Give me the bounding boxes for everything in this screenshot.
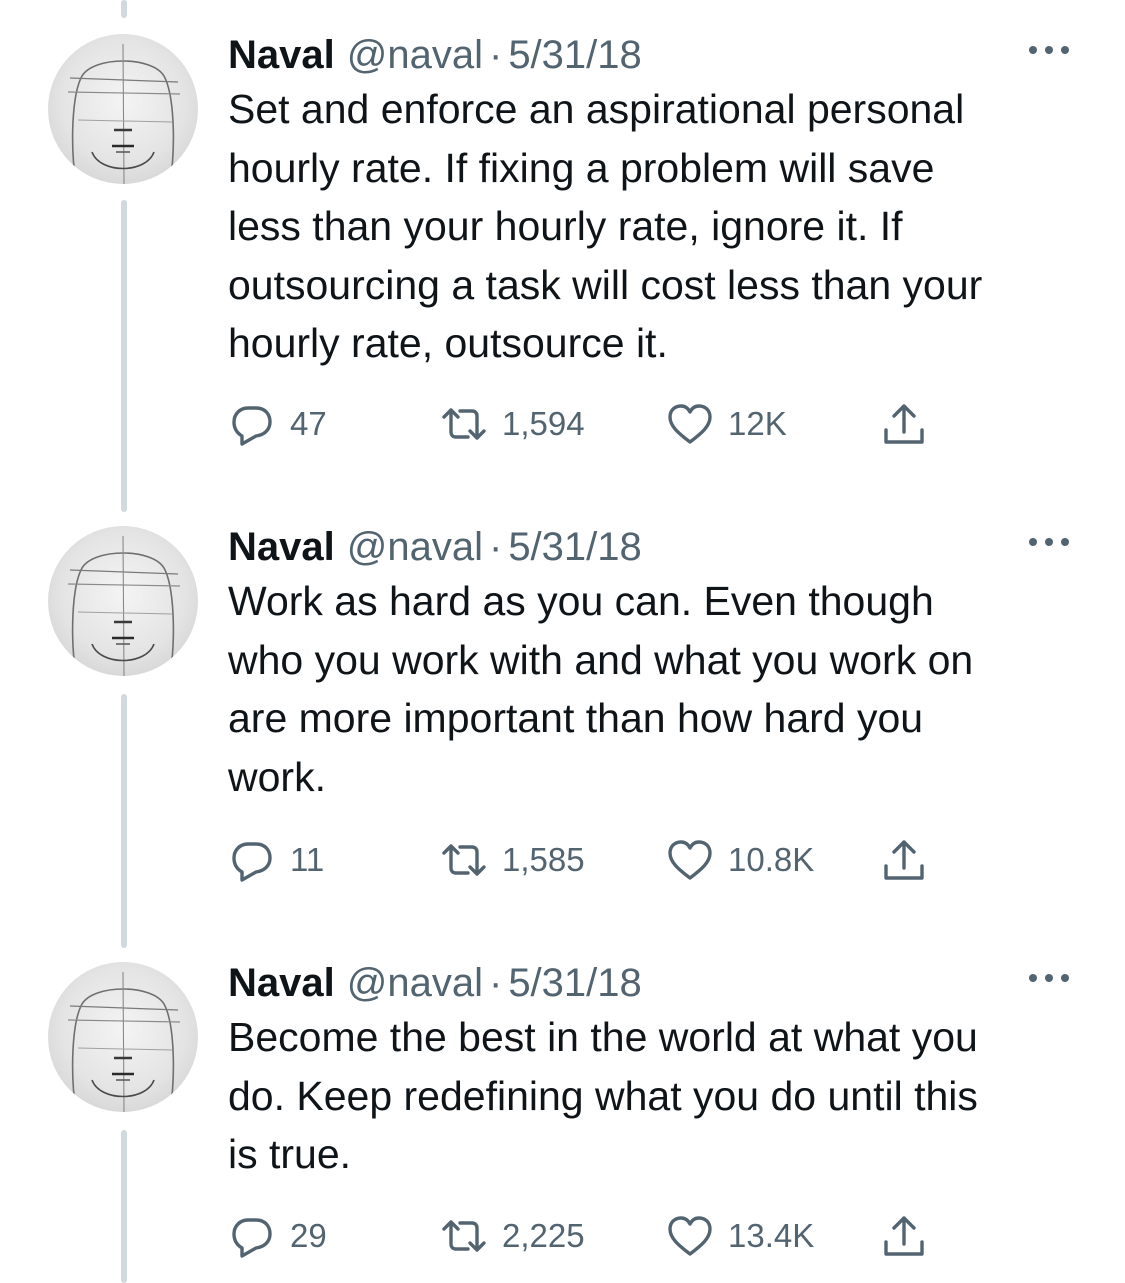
reply-count: 29 <box>290 1217 327 1254</box>
more-options-icon[interactable] <box>1027 40 1071 60</box>
share-button[interactable] <box>880 832 928 888</box>
share-button[interactable] <box>880 396 928 452</box>
tweet-header: Naval @naval · 5/31/18 <box>228 958 642 1008</box>
tweet-text: Work as hard as you can. Even though who… <box>228 578 974 800</box>
reply-icon <box>228 836 276 884</box>
retweet-count: 1,594 <box>502 405 585 442</box>
share-icon <box>880 836 928 884</box>
tweet-header: Naval @naval · 5/31/18 <box>228 30 642 80</box>
reply-icon <box>228 400 276 448</box>
reply-count: 11 <box>290 841 325 878</box>
share-button[interactable] <box>880 1208 928 1264</box>
thread-line <box>121 200 127 512</box>
retweet-icon <box>440 1212 488 1260</box>
tweet-date[interactable]: 5/31/18 <box>508 958 641 1008</box>
thread-line <box>121 694 127 948</box>
thread-line <box>121 0 127 18</box>
header-separator: · <box>488 961 503 1005</box>
like-button[interactable]: 10.8K <box>666 832 814 888</box>
avatar-sketch-image <box>67 43 181 184</box>
avatar-sketch-image <box>67 971 181 1112</box>
tweet-text: Become the best in the world at what you… <box>228 1014 978 1177</box>
heart-icon <box>666 836 714 884</box>
author-name[interactable]: Naval <box>228 958 335 1008</box>
retweet-icon <box>440 836 488 884</box>
reply-button[interactable]: 47 <box>228 396 327 452</box>
retweet-button[interactable]: 1,585 <box>440 832 585 888</box>
author-handle[interactable]: @naval <box>347 522 483 572</box>
author-name[interactable]: Naval <box>228 30 335 80</box>
reply-icon <box>228 1212 276 1260</box>
like-button[interactable]: 13.4K <box>666 1208 814 1264</box>
heart-icon <box>666 1212 714 1260</box>
avatar-sketch-image <box>67 535 181 676</box>
avatar[interactable] <box>48 526 198 676</box>
share-icon <box>880 1212 928 1260</box>
tweet-date[interactable]: 5/31/18 <box>508 30 641 80</box>
more-options-icon[interactable] <box>1027 968 1071 988</box>
header-separator: · <box>488 525 503 569</box>
header-separator: · <box>488 33 503 77</box>
like-count: 10.8K <box>728 841 815 878</box>
reply-count: 47 <box>290 405 327 442</box>
retweet-count: 2,225 <box>502 1217 585 1254</box>
tweet-text: Set and enforce an aspirational personal… <box>228 86 983 366</box>
tweet-header: Naval @naval · 5/31/18 <box>228 522 642 572</box>
author-handle[interactable]: @naval <box>347 30 483 80</box>
heart-icon <box>666 400 714 448</box>
like-count: 13.4K <box>728 1217 815 1254</box>
share-icon <box>880 400 928 448</box>
more-options-icon[interactable] <box>1027 532 1071 552</box>
avatar[interactable] <box>48 34 198 184</box>
author-name[interactable]: Naval <box>228 522 335 572</box>
reply-button[interactable]: 11 <box>228 832 324 888</box>
retweet-icon <box>440 400 488 448</box>
retweet-count: 1,585 <box>502 841 585 878</box>
like-count: 12K <box>728 405 787 442</box>
thread-line <box>121 1130 127 1283</box>
like-button[interactable]: 12K <box>666 396 787 452</box>
retweet-button[interactable]: 2,225 <box>440 1208 585 1264</box>
tweet-date[interactable]: 5/31/18 <box>508 522 641 572</box>
author-handle[interactable]: @naval <box>347 958 483 1008</box>
retweet-button[interactable]: 1,594 <box>440 396 585 452</box>
reply-button[interactable]: 29 <box>228 1208 327 1264</box>
avatar[interactable] <box>48 962 198 1112</box>
